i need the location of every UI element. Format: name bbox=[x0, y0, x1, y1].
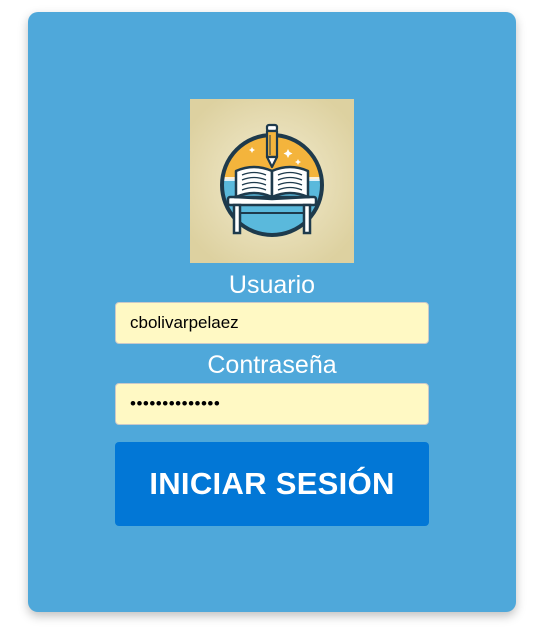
password-input[interactable] bbox=[115, 383, 429, 425]
login-button[interactable]: INICIAR SESIÓN bbox=[115, 442, 429, 526]
password-label: Contraseña bbox=[207, 351, 337, 379]
username-label: Usuario bbox=[228, 271, 316, 299]
book-logo-icon bbox=[190, 99, 354, 263]
login-card: Usuario Contraseña INICIAR SESIÓN bbox=[28, 12, 516, 612]
username-input[interactable] bbox=[115, 302, 429, 344]
